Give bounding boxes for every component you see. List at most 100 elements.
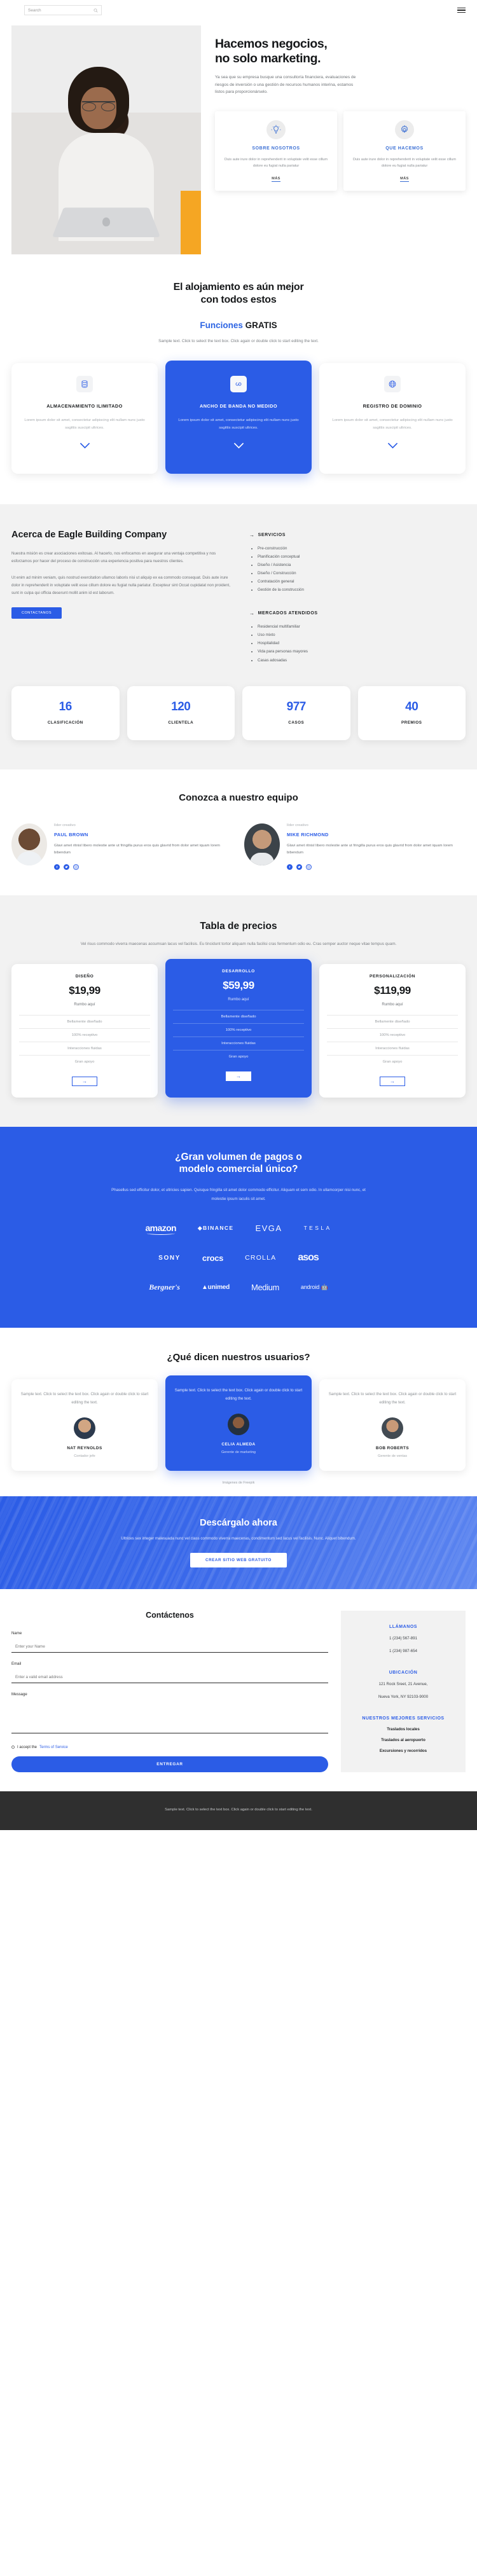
member-name: MIKE RICHMOND <box>287 831 329 837</box>
chevron-down-icon[interactable] <box>327 441 458 452</box>
plan-select-button[interactable]: → <box>380 1077 405 1087</box>
about-group-services: → SERVICIOS Pre-construcción Planificaci… <box>249 532 466 594</box>
hamburger-line <box>457 11 466 13</box>
chevron-down-icon[interactable] <box>19 441 150 452</box>
testimonial-quote: Sample text. Click to select the text bo… <box>174 1388 303 1401</box>
feature-card-text: Lorem ipsum dolor sit amet, consectetur … <box>332 418 453 430</box>
stat-label: CLIENTELA <box>168 720 194 725</box>
hero-image <box>11 25 201 254</box>
list-item: Vida para personas mayores <box>258 647 466 656</box>
arrow-right-icon: → <box>390 1078 395 1085</box>
testimonial-card[interactable]: Sample text. Click to select the text bo… <box>11 1379 158 1471</box>
infinity-icon <box>230 375 247 392</box>
hamburger-menu-button[interactable] <box>457 7 466 13</box>
instagram-icon[interactable] <box>73 864 79 870</box>
pricing-card-design[interactable]: DISEÑO $19,99 Rumbo aquí Bellamente dise… <box>11 964 158 1098</box>
plan-name: DISEÑO <box>75 974 94 979</box>
footer: Sample text. Click to select the text bo… <box>0 1791 477 1831</box>
pricing-card-customization[interactable]: PERSONALIZACIÓN $119,99 Rumbo aquí Bella… <box>319 964 466 1098</box>
list-item: Contratación general <box>258 577 466 586</box>
brand-logo-row: Bergner's ▲unimed Medium android 🤖 <box>11 1283 466 1292</box>
feature-card-bandwidth[interactable]: ANCHO DE BANDA NO MEDIDO Lorem ipsum dol… <box>165 360 312 474</box>
terms-checkbox[interactable] <box>11 1746 15 1749</box>
contact-us-button[interactable]: CONTACTANOS <box>11 607 62 619</box>
phone-number[interactable]: 1 (234) 567-891 <box>351 1635 455 1642</box>
contact-sidebar: LLÁMANOS 1 (234) 567-891 1 (234) 987-654… <box>341 1610 466 1772</box>
facebook-icon[interactable] <box>287 864 293 870</box>
hero-card-about[interactable]: SOBRE NOSOTROS Duis aute irure dolor in … <box>215 111 337 191</box>
cta-heading: Descárgalo ahora <box>200 1517 277 1528</box>
tesla-logo: TESLA <box>303 1225 332 1232</box>
hero-card-more-link[interactable]: MÁS <box>272 177 280 182</box>
feature-card-domain[interactable]: REGISTRO DE DOMINIO Lorem ipsum dolor si… <box>319 362 466 474</box>
email-input[interactable] <box>11 1672 328 1683</box>
hero-card-what-we-do[interactable]: QUE HACEMOS Duis aute irure dolor in rep… <box>343 111 466 191</box>
search-placeholder: Search <box>28 8 41 13</box>
arrow-right-icon: → <box>82 1078 87 1085</box>
list-item: Diseño / Construcción <box>258 569 466 577</box>
testimonial-quote: Sample text. Click to select the text bo… <box>328 1392 457 1405</box>
testimonial-quote: Sample text. Click to select the text bo… <box>20 1392 149 1405</box>
plan-price: $119,99 <box>374 984 411 997</box>
hero-heading-line-1: Hacemos negocios, <box>215 37 328 51</box>
submit-button[interactable]: ENTREGAR <box>11 1756 328 1772</box>
member-role: líder creativo <box>287 823 308 827</box>
list-item: Gran apoyo <box>173 1050 304 1063</box>
facebook-icon[interactable] <box>54 864 60 870</box>
brand-logo-row: amazon ◆BINANCE EVGA TESLA <box>11 1223 466 1236</box>
plan-select-button[interactable]: → <box>72 1077 97 1087</box>
hamburger-line <box>457 10 466 11</box>
stat-label: CASOS <box>288 720 305 725</box>
address-line-2: Nueva York, NY 92103-9000 <box>378 1695 429 1700</box>
avatar <box>11 823 47 865</box>
member-role: líder creativo <box>54 823 76 827</box>
markets-list: Residencial multifamiliar Uso mixto Hosp… <box>249 623 466 664</box>
create-website-button[interactable]: CREAR SITIO WEB GRATUITO <box>190 1552 287 1567</box>
about-group-markets: → MERCADOS ATENDIDOS Residencial multifa… <box>249 610 466 664</box>
field-email: Email <box>11 1662 328 1683</box>
brands-paragraph: Phasellus sed efficitur dolor, et ultric… <box>111 1187 366 1201</box>
twitter-icon[interactable] <box>296 864 302 870</box>
avatar <box>382 1417 403 1439</box>
twitter-icon[interactable] <box>64 864 69 870</box>
sony-logo: SONY <box>158 1254 181 1262</box>
pricing-heading: Tabla de precios <box>200 920 277 932</box>
phone-number[interactable]: 1 (234) 987-654 <box>351 1648 455 1655</box>
testimonial-card[interactable]: Sample text. Click to select the text bo… <box>319 1379 466 1471</box>
globe-www-icon <box>384 375 401 392</box>
search-input[interactable]: Search <box>24 5 102 15</box>
field-message: Message <box>11 1692 328 1737</box>
features-heading: El alojamiento es aún mejor con todos es… <box>11 281 466 307</box>
name-label: Name <box>11 1630 22 1636</box>
features-heading-line-2: con todos estos <box>200 294 277 305</box>
stat-number: 40 <box>405 699 418 713</box>
testimonial-name: BOB ROBERTS <box>375 1445 410 1450</box>
hero-card-more-link[interactable]: MÁS <box>400 177 409 182</box>
message-label: Message <box>11 1691 27 1697</box>
feature-card-storage[interactable]: ALMACENAMIENTO ILIMITADO Lorem ipsum dol… <box>11 362 158 474</box>
plan-select-button[interactable]: → <box>226 1071 251 1082</box>
name-input[interactable] <box>11 1641 328 1653</box>
hero-card-title: SOBRE NOSOTROS <box>252 146 300 151</box>
terms-checkbox-row[interactable]: I accept the Terms of Service <box>11 1746 328 1749</box>
message-textarea[interactable] <box>11 1700 328 1733</box>
list-item: Hospitalidad <box>258 639 466 647</box>
about-heading: Acerca de Eagle Building Company <box>11 530 167 541</box>
pricing-section: Tabla de precios Vel risus commodo viver… <box>0 895 477 1127</box>
database-icon <box>76 375 93 392</box>
features-section: El alojamiento es aún mejor con todos es… <box>0 254 477 505</box>
testimonial-card[interactable]: Sample text. Click to select the text bo… <box>165 1375 312 1471</box>
testimonial-name: CELIA ALMEDA <box>221 1442 256 1447</box>
team-section: Conozca a nuestro equipo líder creativo … <box>0 769 477 895</box>
services-title-text: SERVICIOS <box>258 533 286 538</box>
list-item: Residencial multifamiliar <box>258 623 466 631</box>
android-logo: android 🤖 <box>300 1284 328 1291</box>
pricing-card-development[interactable]: DESARROLLO $59,99 Rumbo aquí Bellamente … <box>165 959 312 1098</box>
terms-of-service-link[interactable]: Terms of Service <box>39 1746 68 1749</box>
member-name: PAUL BROWN <box>54 831 88 837</box>
brands-heading: ¿Gran volumen de pagos o modelo comercia… <box>11 1151 466 1175</box>
features-heading-line-1: El alojamiento es aún mejor <box>173 282 304 293</box>
chevron-down-icon[interactable] <box>173 441 304 452</box>
instagram-icon[interactable] <box>306 864 312 870</box>
best-services-title: NUESTROS MEJORES SERVICIOS <box>362 1716 445 1721</box>
